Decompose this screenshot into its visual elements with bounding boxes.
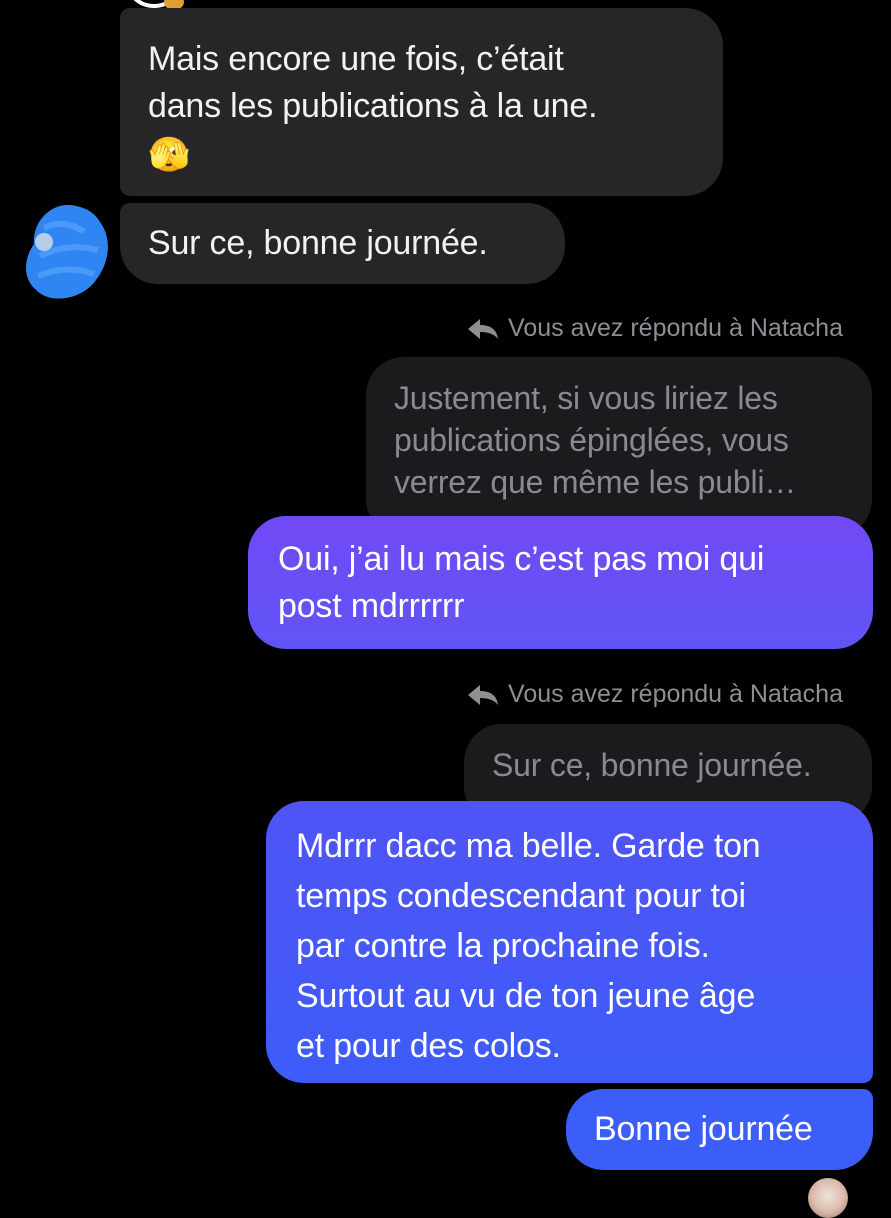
quoted-line: Justement, si vous liriez les bbox=[394, 380, 778, 416]
reply-arrow-icon bbox=[466, 683, 500, 707]
outgoing-reply-2[interactable]: Mdrrr dacc ma belle. Garde ton temps con… bbox=[266, 801, 873, 1083]
quoted-line: publications épinglées, vous bbox=[394, 422, 789, 458]
message-text: Bonne journée bbox=[594, 1110, 813, 1148]
incoming-message-2[interactable]: Sur ce, bonne journée. bbox=[120, 203, 565, 284]
outgoing-message-last[interactable]: Bonne journée bbox=[566, 1089, 873, 1170]
reply-note-text: Vous avez répondu à Natacha bbox=[508, 680, 843, 708]
reply-arrow-icon bbox=[466, 317, 500, 341]
reply-context-note-1: Vous avez répondu à Natacha bbox=[466, 314, 843, 343]
message-line: et pour des colos. bbox=[296, 1027, 561, 1065]
quoted-text: Sur ce, bonne journée. bbox=[492, 747, 812, 783]
reply-context-note-2: Vous avez répondu à Natacha bbox=[466, 680, 843, 709]
message-text: Sur ce, bonne journée. bbox=[148, 224, 488, 262]
message-line: Oui, j’ai lu mais c’est pas moi qui bbox=[278, 540, 765, 578]
reply-note-text: Vous avez répondu à Natacha bbox=[508, 314, 843, 342]
message-line: Mais encore une fois, c’était bbox=[148, 40, 564, 78]
incoming-message-1[interactable]: Mais encore une fois, c’était dans les p… bbox=[120, 8, 723, 196]
message-line: temps condescendant pour toi bbox=[296, 877, 746, 915]
message-line: Mdrrr dacc ma belle. Garde ton bbox=[296, 827, 761, 865]
outgoing-reply-1[interactable]: Oui, j’ai lu mais c’est pas moi qui post… bbox=[248, 516, 873, 649]
read-receipt-avatar bbox=[808, 1178, 848, 1218]
message-line: par contre la prochaine fois. bbox=[296, 927, 710, 965]
quoted-line: verrez que même les publi… bbox=[394, 464, 797, 500]
message-line: dans les publications à la une. bbox=[148, 87, 598, 125]
message-line: post mdrrrrrr bbox=[278, 587, 465, 625]
quoted-message-1[interactable]: Justement, si vous liriez les publicatio… bbox=[366, 357, 872, 537]
redacted-avatar[interactable] bbox=[14, 198, 114, 308]
emoji-peeking-eye: 🫣 bbox=[148, 136, 191, 174]
message-line: Surtout au vu de ton jeune âge bbox=[296, 977, 756, 1015]
